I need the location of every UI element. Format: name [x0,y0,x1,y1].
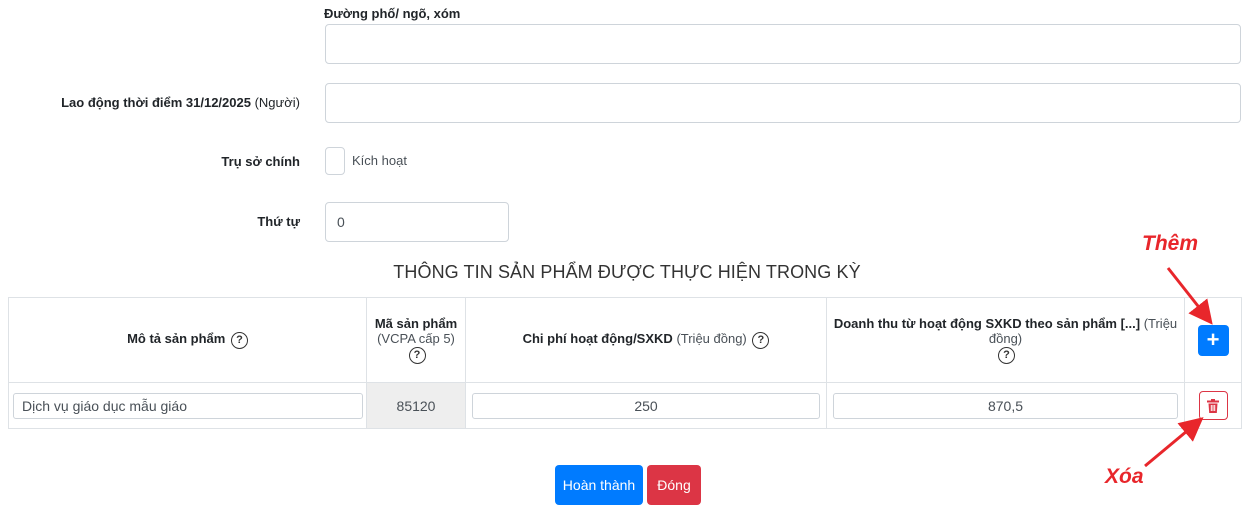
arrow-delete [1144,417,1204,468]
arrow-add [1166,267,1213,325]
annotation-arrows [1144,267,1213,468]
